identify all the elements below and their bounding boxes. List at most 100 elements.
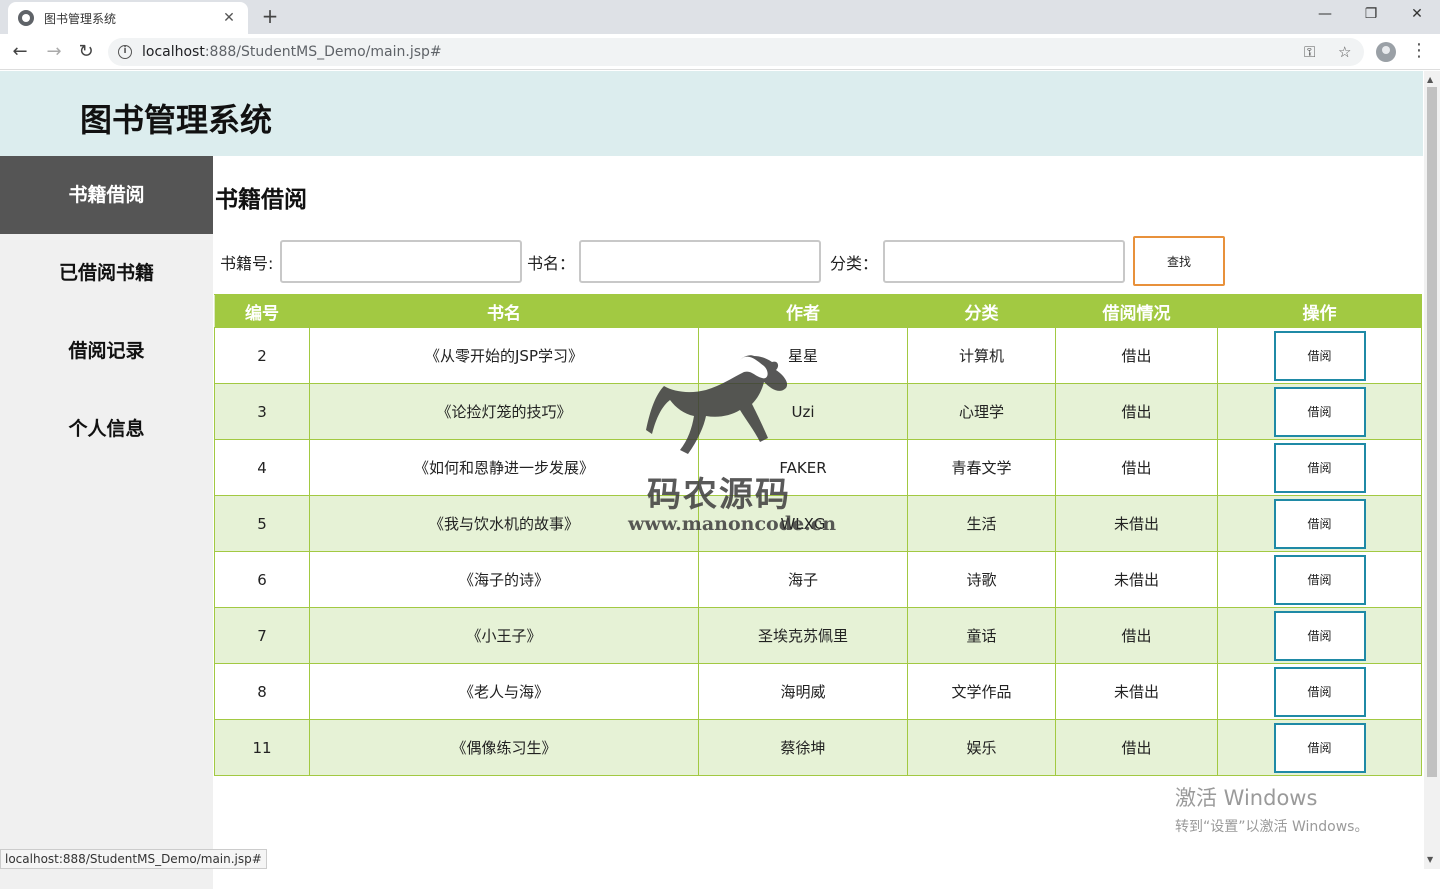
cell-id: 11	[214, 719, 310, 776]
activate-windows-subtitle: 转到“设置”以激活 Windows。	[1175, 819, 1369, 835]
cell-category: 计算机	[907, 327, 1056, 384]
cell-category: 娱乐	[907, 719, 1056, 776]
sidebar: 书籍借阅 已借阅书籍 借阅记录 个人信息	[0, 156, 213, 889]
url-path: :888/StudentMS_Demo/main.jsp#	[204, 44, 442, 60]
cell-author: 蔡徐坤	[698, 719, 908, 776]
borrow-button[interactable]: 借阅	[1273, 386, 1366, 437]
sidebar-item-personal-info[interactable]: 个人信息	[0, 390, 213, 468]
cell-author: 海明威	[698, 663, 908, 720]
profile-avatar-icon[interactable]	[1376, 42, 1396, 62]
tab-title: 图书管理系统	[44, 11, 117, 26]
cell-author: 海子	[698, 551, 908, 608]
browser-tabbar: 图书管理系统 ✕ + — ❐ ✕	[0, 0, 1440, 34]
cell-author: 圣埃克苏佩里	[698, 607, 908, 664]
table-header-row: 编号 书名 作者 分类 借阅情况 操作	[214, 294, 1422, 328]
cell-id: 4	[214, 439, 310, 496]
minimize-icon[interactable]: —	[1302, 0, 1348, 30]
forward-arrow-icon[interactable]: →	[42, 40, 66, 64]
cell-title: 《老人与海》	[309, 663, 699, 720]
scroll-up-icon[interactable]: ▲	[1427, 75, 1433, 84]
cell-id: 7	[214, 607, 310, 664]
star-icon[interactable]: ☆	[1338, 43, 1351, 61]
reload-icon[interactable]: ↻	[74, 40, 98, 64]
sidebar-item-borrowed-books[interactable]: 已借阅书籍	[0, 234, 213, 312]
cell-title: 《从零开始的JSP学习》	[309, 327, 699, 384]
table-row: 6 《海子的诗》 海子 诗歌 未借出 借阅	[214, 551, 1422, 608]
cell-action: 借阅	[1217, 495, 1422, 552]
borrow-button[interactable]: 借阅	[1273, 442, 1366, 493]
column-header-author[interactable]: 作者	[698, 294, 908, 328]
cell-category: 诗歌	[907, 551, 1056, 608]
cell-title: 《论捡灯笼的技巧》	[309, 383, 699, 440]
cell-action: 借阅	[1217, 719, 1422, 776]
site-header: 图书管理系统	[0, 71, 1423, 156]
scroll-down-icon[interactable]: ▼	[1427, 855, 1433, 864]
borrow-button[interactable]: 借阅	[1273, 610, 1366, 661]
book-id-input[interactable]	[280, 240, 522, 283]
column-header-id[interactable]: 编号	[214, 294, 310, 328]
watermark-url: www.manoncode.cn	[628, 513, 837, 535]
restore-icon[interactable]: ❐	[1348, 0, 1394, 30]
column-header-action[interactable]: 操作	[1217, 294, 1422, 328]
menu-dots-icon[interactable]: ⋮	[1410, 40, 1428, 61]
table-row: 11 《偶像练习生》 蔡徐坤 娱乐 借出 借阅	[214, 719, 1422, 776]
globe-icon	[18, 10, 34, 26]
cell-id: 3	[214, 383, 310, 440]
book-name-input[interactable]	[579, 240, 821, 283]
borrow-button[interactable]: 借阅	[1273, 722, 1366, 773]
cell-status: 借出	[1055, 439, 1218, 496]
url-host: localhost	[142, 44, 205, 60]
column-header-status[interactable]: 借阅情况	[1055, 294, 1218, 328]
cell-category: 心理学	[907, 383, 1056, 440]
browser-tab[interactable]: 图书管理系统 ✕	[8, 2, 248, 34]
borrow-button[interactable]: 借阅	[1273, 554, 1366, 605]
cell-id: 5	[214, 495, 310, 552]
tab-close-icon[interactable]: ✕	[220, 10, 238, 26]
table-row: 4 《如何和恩静进一步发展》 FAKER 青春文学 借出 借阅	[214, 439, 1422, 496]
table-row: 8 《老人与海》 海明威 文学作品 未借出 借阅	[214, 663, 1422, 720]
search-button[interactable]: 查找	[1133, 236, 1225, 286]
cell-status: 借出	[1055, 719, 1218, 776]
cell-status: 未借出	[1055, 495, 1218, 552]
table-row: 7 《小王子》 圣埃克苏佩里 童话 借出 借阅	[214, 607, 1422, 664]
new-tab-button[interactable]: +	[258, 4, 282, 28]
watermark-text: 码农源码	[647, 475, 791, 515]
back-arrow-icon[interactable]: ←	[8, 40, 32, 64]
cell-title: 《小王子》	[309, 607, 699, 664]
cell-title: 《偶像练习生》	[309, 719, 699, 776]
cell-action: 借阅	[1217, 383, 1422, 440]
category-label: 分类：	[830, 254, 879, 273]
cell-author: 星星	[698, 327, 908, 384]
vertical-scrollbar[interactable]: ▲ ▼	[1424, 71, 1440, 869]
window-close-icon[interactable]: ✕	[1394, 0, 1440, 30]
cell-id: 8	[214, 663, 310, 720]
cell-action: 借阅	[1217, 439, 1422, 496]
cell-action: 借阅	[1217, 663, 1422, 720]
sidebar-item-borrow-books[interactable]: 书籍借阅	[0, 156, 213, 234]
borrow-button[interactable]: 借阅	[1273, 498, 1366, 549]
cell-status: 未借出	[1055, 663, 1218, 720]
cell-status: 借出	[1055, 607, 1218, 664]
borrow-button[interactable]: 借阅	[1273, 330, 1366, 381]
category-input[interactable]	[883, 240, 1125, 283]
browser-toolbar: ← → ↻ i localhost:888/StudentMS_Demo/mai…	[0, 34, 1440, 70]
cell-id: 2	[214, 327, 310, 384]
cell-action: 借阅	[1217, 607, 1422, 664]
cell-title: 《如何和恩静进一步发展》	[309, 439, 699, 496]
cell-status: 借出	[1055, 383, 1218, 440]
sidebar-item-borrow-records[interactable]: 借阅记录	[0, 312, 213, 390]
cell-action: 借阅	[1217, 551, 1422, 608]
scroll-thumb[interactable]	[1427, 87, 1437, 777]
address-bar[interactable]: i localhost:888/StudentMS_Demo/main.jsp#	[108, 38, 1364, 66]
cell-author: Uzi	[698, 383, 908, 440]
borrow-button[interactable]: 借阅	[1273, 666, 1366, 717]
key-icon[interactable]: ⚿	[1304, 43, 1315, 61]
cell-status: 借出	[1055, 327, 1218, 384]
cell-category: 文学作品	[907, 663, 1056, 720]
column-header-category[interactable]: 分类	[907, 294, 1056, 328]
cell-category: 生活	[907, 495, 1056, 552]
info-icon[interactable]: i	[118, 45, 132, 59]
column-header-title[interactable]: 书名	[309, 294, 699, 328]
table-row: 3 《论捡灯笼的技巧》 Uzi 心理学 借出 借阅	[214, 383, 1422, 440]
cell-status: 未借出	[1055, 551, 1218, 608]
